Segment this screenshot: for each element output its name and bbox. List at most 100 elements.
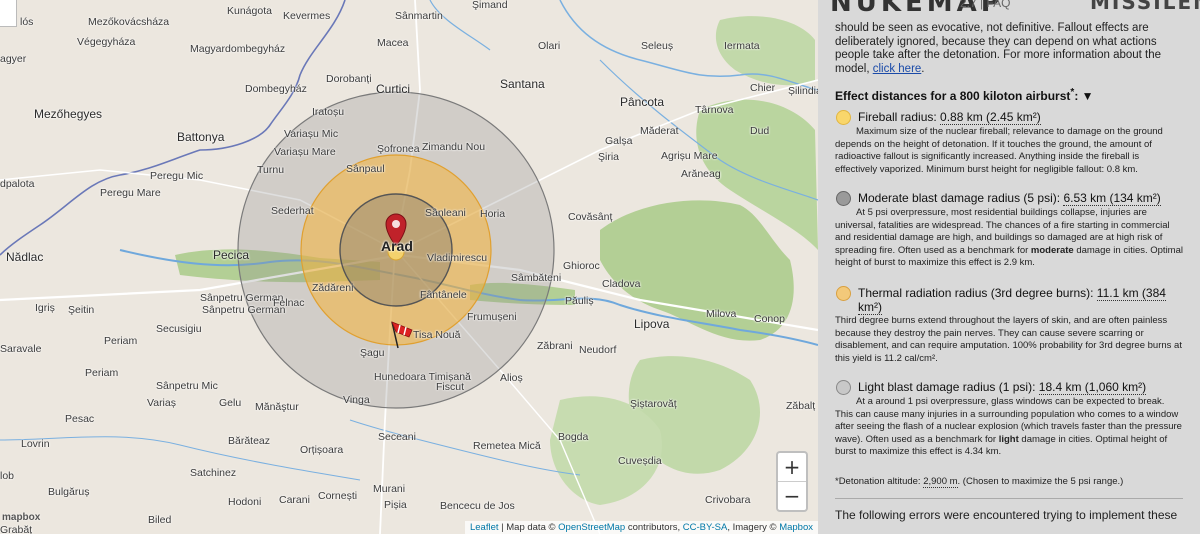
- effect-value[interactable]: 6.53 km (134 km²): [1063, 191, 1161, 206]
- errors-text: The following errors were encountered tr…: [835, 508, 1178, 522]
- map-attribution: Leaflet | Map data © OpenStreetMap contr…: [464, 521, 818, 534]
- attribution-text: | Map data ©: [498, 522, 559, 533]
- place-label: agyer: [0, 53, 27, 65]
- place-label: Curtici: [376, 82, 411, 96]
- place-label: Periam: [85, 367, 119, 379]
- place-label: Crivobara: [705, 494, 751, 506]
- place-label: Conop: [754, 313, 785, 325]
- place-label-city: Arad: [381, 238, 413, 254]
- place-label: Santana: [500, 77, 545, 91]
- light-blast-swatch-icon: [836, 380, 851, 395]
- place-label: Peregu Mare: [100, 187, 161, 199]
- place-label: Milova: [706, 308, 737, 320]
- place-label: Sânpetru Mic: [156, 380, 218, 392]
- effect-description-bold: light: [998, 433, 1019, 445]
- place-label: Horia: [480, 208, 506, 220]
- detonation-note: *Detonation altitude: 2,900 m. (Chosen t…: [835, 476, 1124, 488]
- place-label: Carani: [279, 494, 310, 506]
- place-label: Zăbrani: [537, 340, 573, 352]
- detonation-altitude-value[interactable]: 2,900 m: [923, 476, 958, 488]
- effect-thermal-radiation: Thermal radiation radius (3rd degree bur…: [835, 286, 1183, 365]
- place-label: Cornești: [318, 490, 358, 502]
- effect-moderate-blast: Moderate blast damage radius (5 psi): 6.…: [835, 191, 1183, 270]
- place-label: Pâncota: [620, 95, 665, 109]
- collapse-arrow-icon[interactable]: : ▼: [1074, 89, 1093, 103]
- osm-link[interactable]: OpenStreetMap: [558, 522, 625, 533]
- place-label: Bărăteaz: [228, 435, 271, 447]
- fireball-swatch-icon: [836, 110, 851, 125]
- effect-value[interactable]: 0.88 km (2.45 km²): [940, 110, 1041, 125]
- note-text: *Detonation altitude:: [835, 476, 924, 487]
- place-label: Dorobanți: [326, 73, 372, 85]
- place-label: Sederhat: [271, 205, 314, 217]
- place-label: Covăsânț: [568, 211, 613, 223]
- place-label: Şiria: [598, 151, 620, 163]
- mapbox-link[interactable]: Mapbox: [779, 522, 813, 533]
- place-label: Sânmartin: [395, 10, 443, 22]
- effect-description: Maximum size of the nuclear fireball; re…: [835, 126, 1163, 175]
- place-label: Gelu: [219, 397, 242, 409]
- place-label: Mezőhegyes: [34, 107, 103, 121]
- faq-link[interactable]: FAQ: [986, 0, 1010, 10]
- place-label: Turnu: [257, 164, 285, 176]
- mapbox-logo[interactable]: mapbox: [2, 512, 40, 523]
- place-label: Magyardombegyház: [190, 43, 286, 55]
- place-label: Bulgăruș: [48, 486, 90, 498]
- place-label: Mezőkovácsháza: [88, 16, 170, 28]
- zoom-control: + −: [776, 451, 808, 512]
- place-label: Şagu: [360, 347, 385, 359]
- place-label: Murani: [373, 483, 406, 495]
- place-label: Şimand: [472, 0, 508, 11]
- zoom-in-button[interactable]: +: [778, 453, 806, 481]
- place-label: Cuveșdia: [618, 455, 662, 467]
- place-label: Agrișu Mare: [661, 150, 718, 162]
- attribution-text: contributors,: [625, 522, 683, 533]
- place-label: Orțișoara: [300, 444, 344, 456]
- place-label: Seleuș: [641, 40, 674, 52]
- click-here-link[interactable]: click here: [873, 63, 922, 75]
- effects-heading[interactable]: Effect distances for a 800 kiloton airbu…: [835, 87, 1094, 103]
- place-label: Ghioroc: [563, 260, 600, 272]
- place-label: Olari: [538, 40, 561, 52]
- place-label: Battonya: [177, 130, 225, 144]
- place-label: Mănăştur: [255, 401, 299, 413]
- place-label: Măderat: [640, 125, 679, 137]
- place-label: Grabăț: [0, 524, 33, 534]
- place-label: Iermata: [724, 40, 760, 52]
- place-label: Secusigiu: [156, 323, 202, 335]
- place-label: Fântânele: [420, 289, 467, 301]
- place-label: Sânleani: [425, 207, 466, 219]
- place-label: Vinga: [343, 394, 370, 406]
- place-label: Variașu Mare: [274, 146, 336, 158]
- place-label: lob: [0, 470, 15, 482]
- effect-label: Light blast damage radius (1 psi):: [858, 380, 1039, 394]
- place-label: Arăneag: [681, 168, 721, 180]
- place-label: Târnova: [695, 104, 734, 116]
- place-label: Iratoșu: [312, 106, 345, 118]
- license-link[interactable]: CC-BY-SA: [683, 522, 728, 533]
- place-label: Seceani: [378, 431, 416, 443]
- place-label: Lipova: [634, 317, 670, 331]
- layers-control-button[interactable]: [0, 0, 17, 27]
- place-label: Sânpetru German: [200, 292, 284, 304]
- zoom-out-button[interactable]: −: [778, 481, 806, 510]
- place-label: Şiștarovăț: [630, 398, 677, 410]
- leaflet-link[interactable]: Leaflet: [470, 522, 499, 533]
- missilemap-link[interactable]: MISSILEMAP: [1090, 0, 1200, 14]
- place-label: Variaș: [147, 397, 176, 409]
- version-label: 2.7: [960, 0, 977, 10]
- place-label: Peregu Mic: [150, 170, 204, 182]
- intro-end: .: [921, 62, 925, 75]
- effect-value[interactable]: 18.4 km (1,060 km²): [1038, 380, 1147, 395]
- place-label: Alioș: [500, 372, 523, 384]
- place-label: Dud: [750, 125, 770, 137]
- note-text: . (Chosen to maximize the 5 psi range.): [957, 476, 1124, 487]
- effect-fireball: Fireball radius: 0.88 km (2.45 km²) Maxi…: [835, 110, 1183, 176]
- place-label: Neudorf: [579, 344, 617, 356]
- place-label: Igriș: [35, 302, 55, 314]
- map-view[interactable]: Kunágota Kevermes Sânmartin Şimand Mezők…: [0, 0, 818, 534]
- effect-label: Fireball radius:: [858, 110, 941, 124]
- place-label: Zăbalț: [786, 400, 816, 412]
- place-label: Bogda: [558, 431, 589, 443]
- place-label: Saravale: [0, 343, 42, 355]
